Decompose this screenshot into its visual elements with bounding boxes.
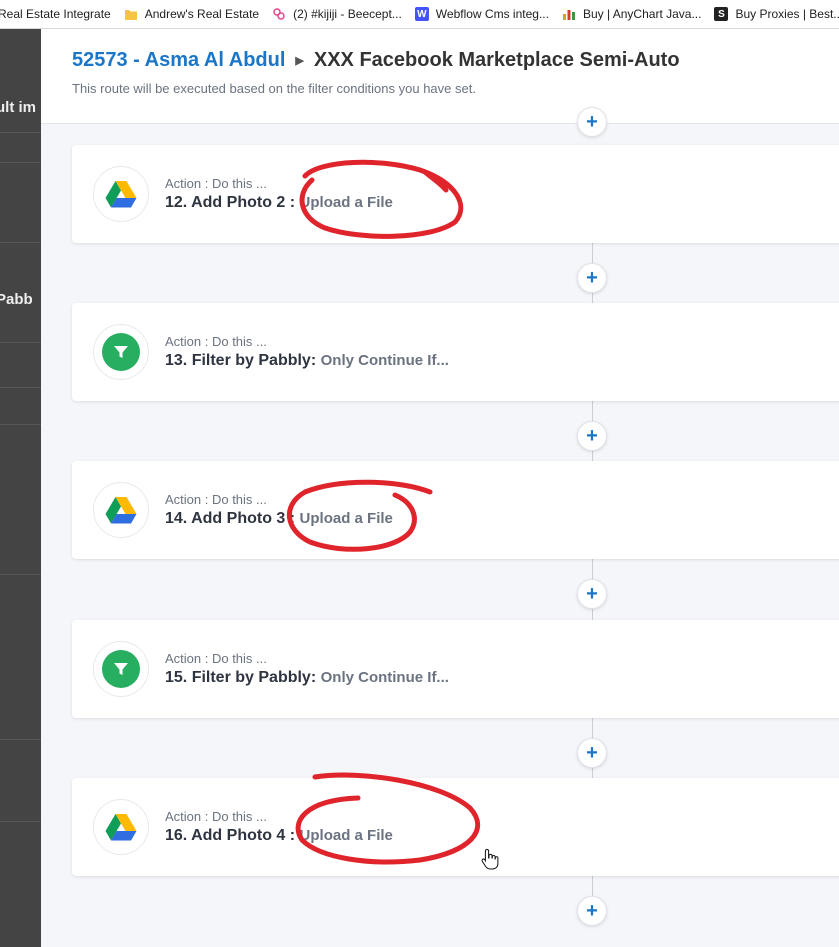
plus-icon: + xyxy=(586,583,598,605)
action-label: Action : Do this ... xyxy=(165,334,267,349)
bookmark-kijiji[interactable]: (2) #kijiji - Beecept... xyxy=(272,7,402,21)
route-description: This route will be executed based on the… xyxy=(72,81,476,96)
bookmark-label: Buy | AnyChart Java... xyxy=(582,7,702,21)
plus-icon: + xyxy=(586,900,598,922)
hand-cursor-icon xyxy=(481,848,499,870)
webflow-icon: W xyxy=(414,7,429,21)
step-event: Only Continue If... xyxy=(320,669,449,686)
filter-app-icon xyxy=(93,641,149,697)
filter-icon xyxy=(102,333,140,371)
step-card-16[interactable]: Action : Do this ... 16. Add Photo 4 : U… xyxy=(72,778,839,876)
divider xyxy=(0,387,41,388)
bookmark-real-estate-integrate[interactable]: Real Estate Integrate xyxy=(0,7,111,21)
step-heading: 15. Filter by Pabbly: Only Continue If..… xyxy=(165,669,449,687)
step-heading: 12. Add Photo 2 : Upload a File xyxy=(165,194,393,212)
bookmark-webflow[interactable]: W Webflow Cms integ... xyxy=(414,7,549,21)
step-title: 13. Filter by Pabbly: xyxy=(165,352,317,369)
divider xyxy=(0,342,41,343)
add-step-button[interactable]: + xyxy=(577,738,607,768)
filter-icon xyxy=(102,650,140,688)
background-text: ult im xyxy=(0,99,36,116)
plus-icon: + xyxy=(586,267,598,289)
step-card-14[interactable]: Action : Do this ... 14. Add Photo 3 : U… xyxy=(72,461,839,559)
step-event: Upload a File xyxy=(299,194,393,211)
folder-icon xyxy=(124,7,138,21)
plus-icon: + xyxy=(586,111,598,133)
divider xyxy=(0,574,41,575)
divider xyxy=(0,242,41,243)
bookmark-andrews-real-estate[interactable]: Andrew's Real Estate xyxy=(124,7,259,21)
divider xyxy=(0,132,41,133)
bookmark-buy-proxies[interactable]: S Buy Proxies | Best... xyxy=(714,7,839,21)
step-title: 15. Filter by Pabbly: xyxy=(165,669,317,686)
workflow-link[interactable]: 52573 - Asma Al Abdul xyxy=(72,49,285,72)
plus-icon: + xyxy=(586,425,598,447)
bookmarks-bar: Real Estate Integrate Andrew's Real Esta… xyxy=(0,0,839,29)
add-step-button[interactable]: + xyxy=(577,421,607,451)
step-event: Upload a File xyxy=(299,510,393,527)
google-drive-icon xyxy=(93,799,149,855)
google-drive-icon xyxy=(93,482,149,538)
bookmark-label: (2) #kijiji - Beecept... xyxy=(293,7,402,21)
route-panel: 52573 - Asma Al Abdul ▶ XXX Facebook Mar… xyxy=(41,29,839,947)
panel-header: 52573 - Asma Al Abdul ▶ XXX Facebook Mar… xyxy=(41,29,839,124)
step-event: Only Continue If... xyxy=(320,352,449,369)
action-label: Action : Do this ... xyxy=(165,176,267,191)
action-label: Action : Do this ... xyxy=(165,492,267,507)
step-heading: 13. Filter by Pabbly: Only Continue If..… xyxy=(165,352,449,370)
step-title: 12. Add Photo 2 : xyxy=(165,194,296,211)
bookmark-label: Andrew's Real Estate xyxy=(144,7,260,21)
bookmark-label: Webflow Cms integ... xyxy=(435,7,549,21)
divider xyxy=(0,739,41,740)
bookmark-label: Real Estate Integrate xyxy=(0,7,111,21)
action-label: Action : Do this ... xyxy=(165,651,267,666)
step-card-13[interactable]: Action : Do this ... 13. Filter by Pabbl… xyxy=(72,303,839,401)
google-drive-icon xyxy=(93,166,149,222)
step-card-12[interactable]: Action : Do this ... 12. Add Photo 2 : U… xyxy=(72,145,839,243)
background-text: Pabb xyxy=(0,291,33,308)
add-step-button[interactable]: + xyxy=(577,579,607,609)
bookmark-label: Buy Proxies | Best... xyxy=(735,7,839,21)
add-step-button[interactable]: + xyxy=(577,263,607,293)
caret-right-icon: ▶ xyxy=(295,55,304,67)
divider xyxy=(0,162,41,163)
step-heading: 16. Add Photo 4 : Upload a File xyxy=(165,827,393,845)
divider xyxy=(0,424,41,425)
s-icon: S xyxy=(714,7,729,21)
background-page: ult im Pabb xyxy=(0,29,41,947)
plus-icon: + xyxy=(586,742,598,764)
step-card-15[interactable]: Action : Do this ... 15. Filter by Pabbl… xyxy=(72,620,839,718)
zapier-icon xyxy=(272,7,286,21)
step-heading: 14. Add Photo 3 : Upload a File xyxy=(165,510,393,528)
breadcrumb: 52573 - Asma Al Abdul ▶ XXX Facebook Mar… xyxy=(72,49,680,72)
filter-app-icon xyxy=(93,324,149,380)
action-label: Action : Do this ... xyxy=(165,809,267,824)
divider xyxy=(0,821,41,822)
add-step-button[interactable]: + xyxy=(577,107,607,137)
anychart-icon xyxy=(562,7,576,21)
bookmark-anychart[interactable]: Buy | AnyChart Java... xyxy=(562,7,702,21)
step-event: Upload a File xyxy=(299,827,393,844)
step-title: 16. Add Photo 4 : xyxy=(165,827,296,844)
route-title: XXX Facebook Marketplace Semi-Auto xyxy=(313,49,680,71)
add-step-button[interactable]: + xyxy=(577,896,607,926)
step-title: 14. Add Photo 3 : xyxy=(165,510,296,527)
